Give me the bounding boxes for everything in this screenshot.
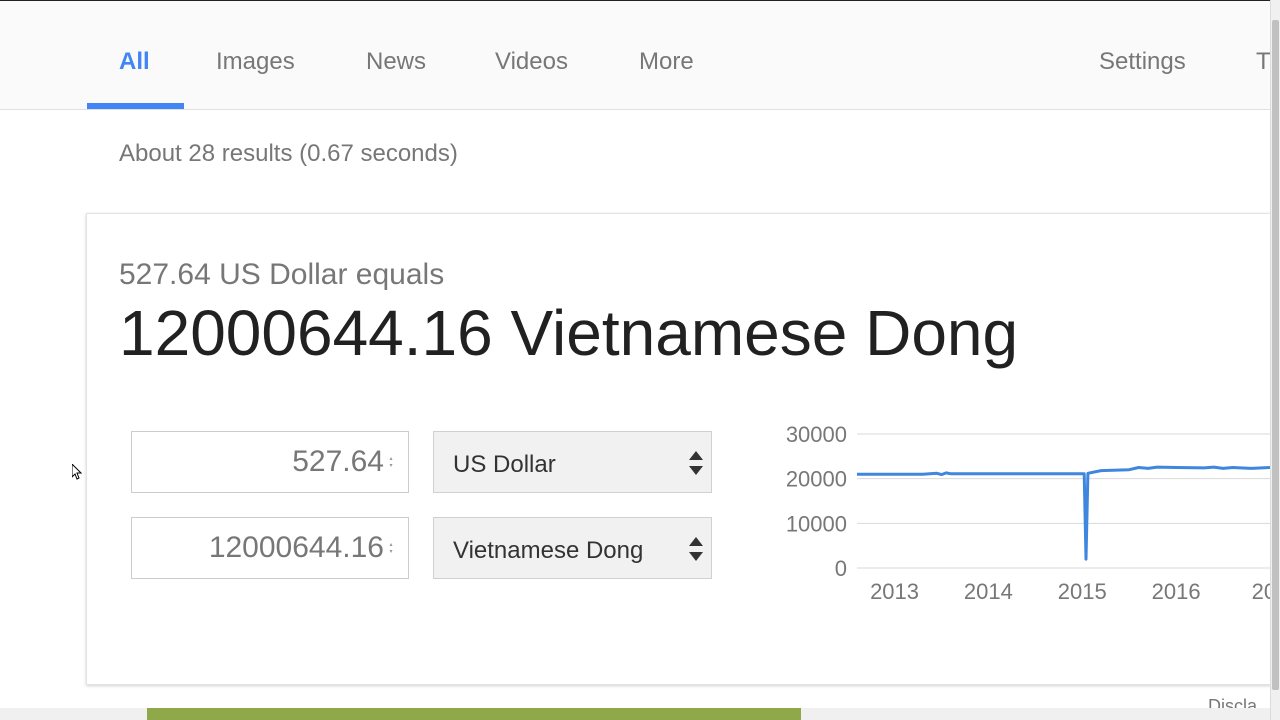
from-currency-select[interactable]: US Dollar: [433, 431, 712, 493]
vertical-scrollbar-thumb[interactable]: [1272, 20, 1279, 690]
tab-all[interactable]: All: [119, 48, 150, 76]
converter-equals-text: 527.64 US Dollar equals: [119, 258, 445, 291]
to-amount-input[interactable]: 12000644.16 ▴ ▾: [131, 517, 409, 579]
tab-videos[interactable]: Videos: [495, 48, 568, 76]
select-arrows-icon: [689, 537, 703, 561]
to-amount-value: 12000644.16: [208, 531, 384, 564]
horizontal-scrollbar-thumb[interactable]: [147, 708, 801, 720]
from-currency-label: US Dollar: [453, 451, 556, 478]
tab-images[interactable]: Images: [216, 48, 295, 76]
chart-grid: [857, 433, 1270, 569]
converter-result-text: 12000644.16 Vietnamese Dong: [119, 297, 1019, 369]
chart-y-tick-label: 30000: [786, 422, 847, 447]
to-amount-spinner[interactable]: ▴ ▾: [388, 542, 394, 556]
search-tabs-bar: All Images News Videos More Settings T: [0, 1, 1271, 110]
chart-x-tick-label: 2016: [1152, 579, 1201, 604]
chart-series-line: [857, 465, 1270, 561]
chart-x-tick-label: 2015: [1058, 579, 1107, 604]
from-amount-input[interactable]: 527.64 ▴ ▾: [131, 431, 409, 493]
chart-y-tick-label: 20000: [786, 467, 847, 492]
results-stats: About 28 results (0.67 seconds): [119, 140, 458, 167]
select-arrows-icon: [689, 451, 703, 475]
from-amount-spinner[interactable]: ▴ ▾: [388, 456, 394, 470]
tab-tools[interactable]: T: [1256, 48, 1271, 76]
mouse-cursor-icon: [72, 464, 82, 480]
chart-x-tick-label: 2014: [964, 579, 1013, 604]
exchange-rate-chart: 30000 20000 10000 0 2013 2014 2015 2016 201: [786, 422, 1270, 604]
chart-y-tick-label: 10000: [786, 511, 847, 536]
active-tab-indicator: [87, 103, 184, 109]
chart-x-tick-label: 201: [1252, 579, 1270, 604]
chart-y-axis: 30000 20000 10000 0: [786, 422, 847, 581]
tab-more[interactable]: More: [639, 48, 694, 76]
to-currency-select[interactable]: Vietnamese Dong: [433, 517, 712, 579]
chart-x-tick-label: 2013: [870, 579, 919, 604]
chart-x-axis: 2013 2014 2015 2016 201: [870, 579, 1270, 604]
tab-settings[interactable]: Settings: [1099, 48, 1186, 76]
tab-news[interactable]: News: [366, 48, 426, 76]
chart-y-tick-label: 0: [835, 556, 847, 581]
to-currency-label: Vietnamese Dong: [453, 537, 644, 564]
from-amount-value: 527.64: [292, 445, 384, 478]
